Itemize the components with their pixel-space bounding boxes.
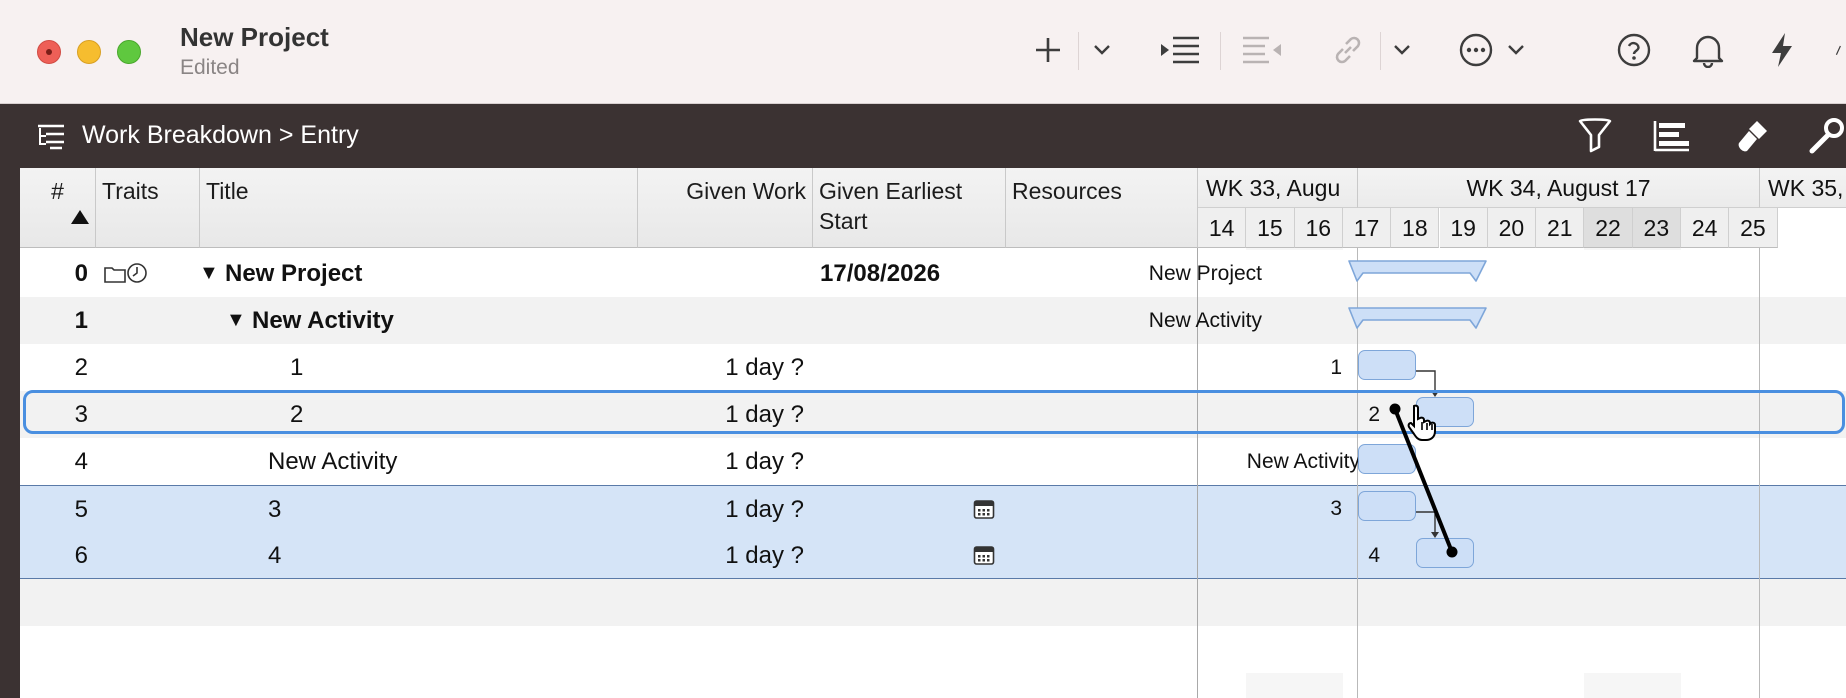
breadcrumb: Work Breakdown > Entry — [82, 121, 359, 150]
window-titlebar: New Project Edited — [0, 0, 1846, 104]
more-menu-chevron-icon[interactable] — [1504, 28, 1528, 72]
add-menu-chevron-icon[interactable] — [1090, 28, 1114, 72]
outline-and-gantt: # Traits Title Given Work Given Earliest… — [0, 168, 1846, 698]
notifications-bell-icon[interactable] — [1688, 28, 1728, 72]
zoom-window-button[interactable] — [117, 40, 141, 64]
outline-view-icon[interactable] — [34, 114, 70, 158]
help-icon[interactable] — [1614, 28, 1654, 72]
outline-grid: # Traits Title Given Work Given Earliest… — [20, 168, 1846, 698]
truncated-toolbar-icon[interactable] — [1834, 28, 1846, 72]
gantt-view-icon[interactable] — [1652, 114, 1694, 158]
breadcrumb-separator: > — [278, 121, 294, 149]
add-icon[interactable] — [1028, 28, 1068, 72]
indent-icon[interactable] — [1158, 28, 1202, 72]
close-window-button[interactable] — [37, 40, 61, 64]
lightning-icon[interactable] — [1762, 28, 1802, 72]
view-toolbar: Work Breakdown > Entry — [0, 104, 1846, 168]
inspector-wrench-icon[interactable] — [1806, 114, 1846, 158]
breadcrumb-work-breakdown[interactable]: Work Breakdown — [82, 121, 272, 149]
dependency-drag-overlay — [1389, 403, 1458, 558]
window-subtitle: Edited — [180, 56, 240, 79]
minimize-window-button[interactable] — [77, 40, 101, 64]
link-menu-chevron-icon[interactable] — [1390, 28, 1414, 72]
window-title: New Project — [180, 22, 329, 52]
filter-funnel-icon[interactable] — [1576, 114, 1614, 158]
breadcrumb-entry[interactable]: Entry — [300, 121, 358, 149]
outdent-icon[interactable] — [1240, 28, 1284, 72]
link-icon[interactable] — [1328, 28, 1368, 72]
style-brush-icon[interactable] — [1732, 114, 1772, 158]
more-icon[interactable] — [1456, 28, 1496, 72]
